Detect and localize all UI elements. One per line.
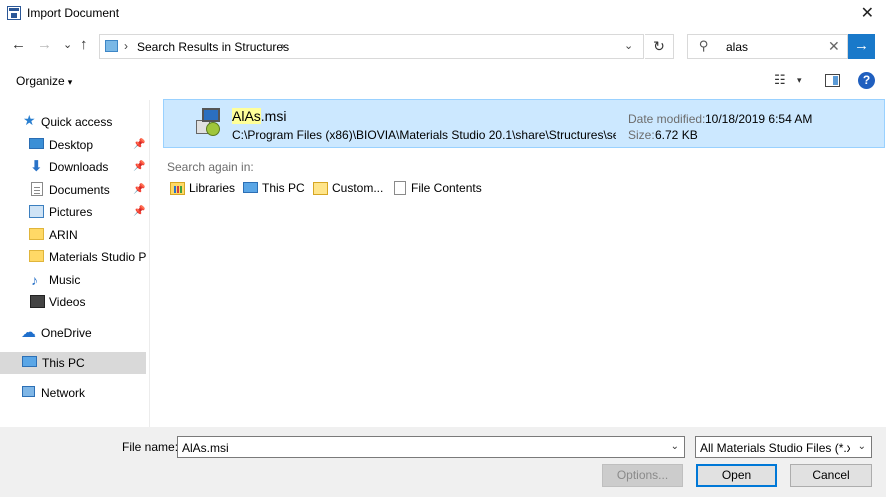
sidebar-item-label: Videos bbox=[49, 295, 86, 309]
sidebar-item-arin[interactable]: ARIN bbox=[0, 224, 146, 246]
sidebar-item-pictures[interactable]: Pictures 📌 bbox=[0, 201, 146, 223]
sidebar-item-documents[interactable]: Documents 📌 bbox=[0, 179, 146, 201]
refresh-button[interactable]: ↻ bbox=[645, 34, 674, 59]
sidebar-item-label: Pictures bbox=[49, 205, 93, 219]
view-dropdown-caret-icon[interactable]: ▾ bbox=[797, 75, 802, 86]
sidebar-item-label: OneDrive bbox=[41, 326, 92, 340]
folder-icon bbox=[29, 228, 44, 240]
file-name-label: File name: bbox=[122, 440, 179, 454]
window-title: Import Document bbox=[27, 6, 120, 20]
search-again-this-pc-label: This PC bbox=[262, 181, 305, 195]
sidebar-item-desktop[interactable]: Desktop 📌 bbox=[0, 134, 146, 156]
search-again-libraries-label: Libraries bbox=[189, 181, 236, 195]
download-arrow-icon: ⬇ bbox=[30, 158, 43, 175]
folder-icon bbox=[29, 250, 44, 262]
organize-button[interactable]: Organize ▾ bbox=[16, 74, 72, 88]
recent-locations-chevron-icon[interactable]: ⌄ bbox=[63, 38, 72, 51]
sidebar-item-label: Music bbox=[49, 273, 81, 287]
custom-folder-icon bbox=[313, 182, 328, 195]
file-name-dropdown-chevron-icon[interactable]: ⌄ bbox=[671, 441, 679, 452]
search-again-file-contents-label: File Contents bbox=[411, 181, 482, 195]
search-box[interactable]: ⚲ alas ✕ bbox=[687, 34, 848, 59]
dialog-footer: File name: AlAs.msi ⌄ All Materials Stud… bbox=[0, 427, 886, 497]
sidebar-item-label: Quick access bbox=[41, 115, 113, 129]
clear-search-icon[interactable]: ✕ bbox=[828, 38, 840, 55]
sidebar-item-network[interactable]: Network bbox=[0, 382, 146, 404]
title-bar: Import Document ✕ bbox=[0, 0, 886, 28]
options-button[interactable]: Options... bbox=[602, 464, 683, 487]
sidebar-item-downloads[interactable]: ⬇ Downloads 📌 bbox=[0, 156, 146, 178]
breadcrumb-separator[interactable]: › bbox=[281, 39, 285, 53]
pictures-icon bbox=[29, 205, 44, 218]
search-again-custom-label: Custom... bbox=[332, 181, 384, 195]
forward-arrow-icon[interactable]: → bbox=[37, 36, 52, 53]
cloud-icon: ☁ bbox=[21, 324, 36, 341]
search-folder-icon bbox=[105, 40, 118, 52]
video-icon bbox=[30, 295, 45, 308]
search-icon: ⚲ bbox=[699, 38, 709, 53]
organize-label: Organize bbox=[16, 74, 65, 88]
result-file-path: C:\Program Files (x86)\BIOVIA\Materials … bbox=[232, 128, 616, 142]
search-input[interactable]: alas bbox=[726, 40, 748, 54]
sidebar-item-label: ARIN bbox=[49, 228, 78, 242]
result-file-name: AlAs.msi bbox=[232, 108, 286, 124]
pin-icon: 📌 bbox=[133, 184, 146, 195]
breadcrumb-search-results[interactable]: Search Results in Structures bbox=[137, 40, 289, 54]
file-name-input[interactable]: AlAs.msi ⌄ bbox=[177, 436, 685, 458]
file-contents-icon bbox=[394, 181, 406, 195]
pin-icon: 📌 bbox=[133, 161, 146, 172]
breadcrumb-separator: › bbox=[124, 39, 128, 53]
sidebar-item-onedrive[interactable]: ☁ OneDrive bbox=[0, 322, 146, 344]
sidebar-item-label: Network bbox=[41, 386, 86, 400]
sidebar-item-this-pc[interactable]: This PC bbox=[0, 352, 146, 374]
sidebar-item-quick-access[interactable]: ★ Quick access bbox=[0, 111, 146, 133]
sidebar-item-label: Documents bbox=[49, 183, 110, 197]
close-icon[interactable]: ✕ bbox=[861, 3, 874, 23]
star-icon: ★ bbox=[23, 112, 36, 128]
search-go-button[interactable]: → bbox=[848, 34, 875, 59]
libraries-icon bbox=[170, 182, 185, 195]
music-note-icon: ♪ bbox=[31, 272, 38, 288]
preview-pane-icon[interactable] bbox=[825, 74, 840, 87]
sidebar-item-label: Materials Studio Pro bbox=[49, 250, 146, 264]
date-modified-label: Date modified: bbox=[628, 112, 706, 126]
sidebar-item-label: This PC bbox=[42, 356, 85, 370]
sidebar-item-label: Downloads bbox=[49, 160, 109, 174]
sidebar-item-label: Desktop bbox=[49, 138, 94, 152]
computer-icon bbox=[22, 356, 37, 367]
size-label: Size: bbox=[628, 128, 655, 142]
search-again-label: Search again in: bbox=[167, 160, 254, 174]
sidebar-item-music[interactable]: ♪ Music bbox=[0, 269, 146, 291]
sidebar-item-materials-studio[interactable]: Materials Studio Pro bbox=[0, 246, 146, 268]
address-dropdown-chevron-icon[interactable]: ⌄ bbox=[624, 39, 633, 52]
search-result-row[interactable]: AlAs.msi C:\Program Files (x86)\BIOVIA\M… bbox=[163, 99, 885, 148]
up-arrow-icon[interactable]: ↑ bbox=[80, 36, 88, 53]
network-icon bbox=[22, 386, 35, 397]
document-icon bbox=[31, 182, 43, 196]
file-type-dropdown-chevron-icon[interactable]: ⌄ bbox=[858, 441, 866, 452]
search-match-highlight: AlAs bbox=[232, 108, 261, 124]
pin-icon: 📌 bbox=[133, 206, 146, 217]
cancel-button[interactable]: Cancel bbox=[790, 464, 872, 487]
navigation-pane[interactable]: ★ Quick access Desktop 📌 ⬇ Downloads 📌 D… bbox=[0, 100, 150, 427]
pin-icon: 📌 bbox=[133, 139, 146, 150]
address-bar[interactable]: › Search Results in Structures › ⌄ bbox=[99, 34, 644, 59]
msi-installer-icon bbox=[196, 108, 222, 136]
help-icon[interactable]: ? bbox=[858, 72, 875, 89]
open-button[interactable]: Open bbox=[696, 464, 777, 487]
date-modified-value: 10/18/2019 6:54 AM bbox=[705, 112, 813, 126]
file-type-value: All Materials Studio Files (*.xsd; bbox=[700, 441, 850, 455]
computer-icon bbox=[243, 182, 258, 193]
file-name-value[interactable]: AlAs.msi bbox=[182, 441, 229, 455]
organize-caret-icon: ▾ bbox=[67, 77, 73, 87]
file-type-select[interactable]: All Materials Studio Files (*.xsd; ⌄ bbox=[695, 436, 872, 458]
back-arrow-icon[interactable]: ← bbox=[11, 36, 26, 53]
view-options-icon[interactable]: ☷ bbox=[774, 72, 786, 88]
sidebar-item-videos[interactable]: Videos bbox=[0, 291, 146, 313]
result-file-extension: .msi bbox=[260, 108, 287, 124]
desktop-icon bbox=[29, 138, 44, 149]
app-icon bbox=[7, 6, 21, 20]
size-value: 6.72 KB bbox=[655, 128, 698, 142]
